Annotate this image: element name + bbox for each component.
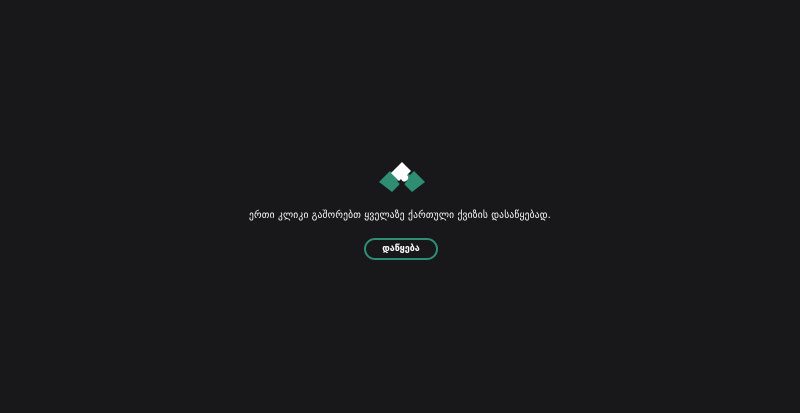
start-button[interactable]: დაწყება — [364, 238, 438, 260]
start-button-label: დაწყება — [382, 244, 420, 254]
puzzle-pieces-logo-icon — [379, 162, 425, 192]
start-screen: ერთი კლიკი გაშორებთ ყველაზე ქართული ქვიზ… — [0, 0, 800, 413]
start-panel: ერთი კლიკი გაშორებთ ყველაზე ქართული ქვიზ… — [0, 0, 800, 413]
intro-message: ერთი კლიკი გაშორებთ ყველაზე ქართული ქვიზ… — [249, 210, 551, 221]
